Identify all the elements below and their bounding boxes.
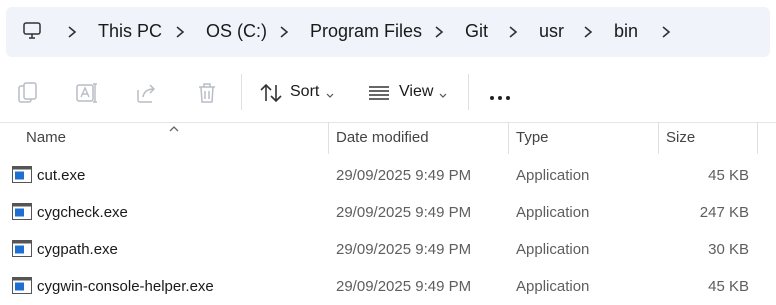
sort-button[interactable]: Sort <box>290 83 319 101</box>
toolbar-divider <box>241 74 242 110</box>
command-bar: Sort View <box>0 62 776 123</box>
column-divider[interactable] <box>508 122 509 154</box>
chevron-right-icon[interactable] <box>660 25 672 39</box>
file-type: Application <box>516 241 590 258</box>
column-header-name[interactable]: Name <box>26 129 66 146</box>
rename-icon[interactable] <box>74 80 100 106</box>
toolbar-divider <box>468 74 469 110</box>
file-name: cygpath.exe <box>37 241 118 258</box>
chevron-right-icon[interactable] <box>433 25 445 39</box>
copy-icon[interactable] <box>15 80 41 106</box>
chevron-right-icon[interactable] <box>66 25 78 39</box>
chevron-down-icon[interactable] <box>325 87 335 98</box>
file-row[interactable]: cygwin-console-helper.exe 29/09/2025 9:4… <box>0 268 776 305</box>
file-size: 45 KB <box>708 278 749 295</box>
this-pc-icon[interactable] <box>22 21 42 41</box>
view-button[interactable]: View <box>399 83 433 101</box>
file-row[interactable]: cut.exe 29/09/2025 9:49 PM Application 4… <box>0 157 776 194</box>
file-date-modified: 29/09/2025 9:49 PM <box>336 204 472 221</box>
column-header-type[interactable]: Type <box>516 129 549 146</box>
more-icon[interactable] <box>486 90 516 100</box>
column-divider[interactable] <box>658 122 659 154</box>
view-icon[interactable] <box>366 80 392 106</box>
file-size: 30 KB <box>708 241 749 258</box>
file-date-modified: 29/09/2025 9:49 PM <box>336 167 472 184</box>
column-header-row: Name Date modified Type Size <box>0 122 776 154</box>
column-header-date-modified[interactable]: Date modified <box>336 129 429 146</box>
chevron-right-icon[interactable] <box>278 25 290 39</box>
file-row[interactable]: cygpath.exe 29/09/2025 9:49 PM Applicati… <box>0 231 776 268</box>
file-date-modified: 29/09/2025 9:49 PM <box>336 241 472 258</box>
file-name: cygwin-console-helper.exe <box>37 278 214 295</box>
breadcrumb-program-files[interactable]: Program Files <box>310 21 422 42</box>
file-name: cygcheck.exe <box>37 204 128 221</box>
sort-ascending-icon <box>168 120 180 132</box>
file-type: Application <box>516 204 590 221</box>
file-type: Application <box>516 278 590 295</box>
file-name: cut.exe <box>37 167 86 184</box>
share-icon[interactable] <box>134 80 160 106</box>
file-size: 247 KB <box>699 204 749 221</box>
application-icon <box>12 277 32 294</box>
file-row[interactable]: cygcheck.exe 29/09/2025 9:49 PM Applicat… <box>0 194 776 231</box>
application-icon <box>12 166 32 183</box>
file-date-modified: 29/09/2025 9:49 PM <box>336 278 472 295</box>
trash-icon[interactable] <box>194 80 220 106</box>
column-divider[interactable] <box>757 122 758 154</box>
address-bar[interactable]: This PC OS (C:) Program Files Git usr bi… <box>6 7 770 57</box>
application-icon <box>12 203 32 220</box>
chevron-right-icon[interactable] <box>174 25 186 39</box>
file-size: 45 KB <box>708 167 749 184</box>
breadcrumb-this-pc[interactable]: This PC <box>98 21 162 42</box>
breadcrumb-git[interactable]: Git <box>465 21 488 42</box>
chevron-right-icon[interactable] <box>582 25 594 39</box>
sort-icon[interactable] <box>258 80 284 106</box>
chevron-down-icon[interactable] <box>438 87 448 98</box>
column-divider[interactable] <box>328 122 329 154</box>
application-icon <box>12 240 32 257</box>
breadcrumb-bin[interactable]: bin <box>614 21 638 42</box>
column-header-size[interactable]: Size <box>666 129 695 146</box>
chevron-right-icon[interactable] <box>507 25 519 39</box>
breadcrumb-os-c[interactable]: OS (C:) <box>206 21 267 42</box>
breadcrumb-usr[interactable]: usr <box>539 21 564 42</box>
file-type: Application <box>516 167 590 184</box>
